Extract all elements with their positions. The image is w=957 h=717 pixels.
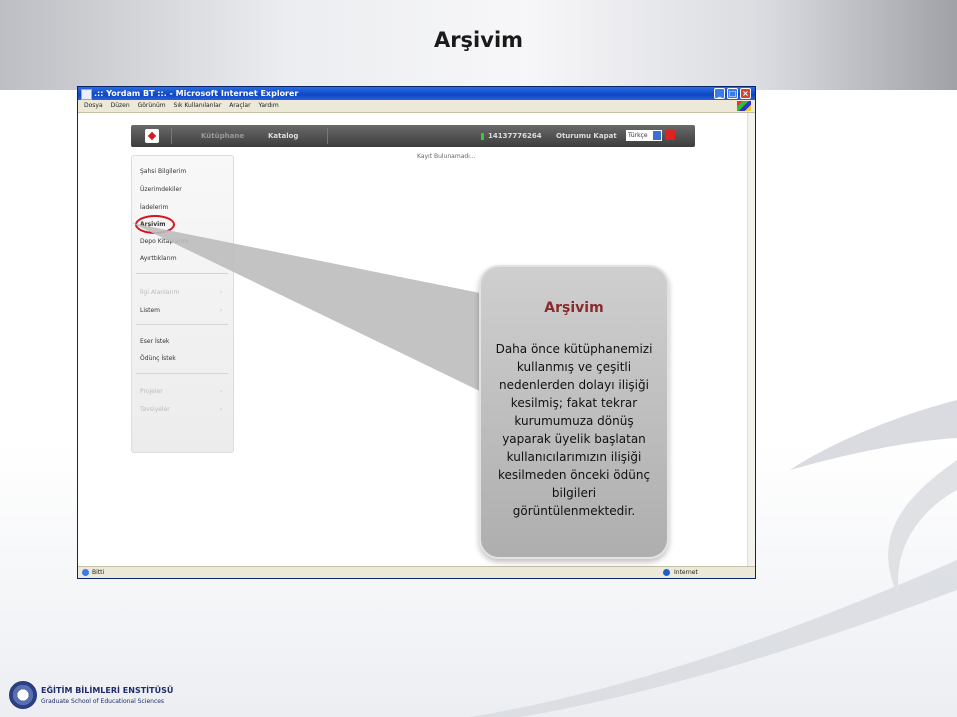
callout-line: kullanıcılarımızın ilişiği	[506, 450, 642, 464]
slide: Arşivim .:: Yordam BT ::. - Microsoft In…	[0, 0, 957, 717]
callout-line: bilgileri	[551, 486, 597, 500]
callout-box: Arşivim Daha önce kütüphanemizi kullanmı…	[479, 265, 669, 559]
callout-line: kullanmış ve çeşitli	[516, 360, 632, 374]
institute-name: EĞİTİM BİLİMLERİ ENSTİTÜSÜ	[41, 686, 174, 695]
callout-line: yaparak üyelik başlatan	[502, 432, 646, 446]
institute-subtitle: Graduate School of Educational Sciences	[41, 698, 165, 705]
callout-line: nedenlerden dolayı ilişiği	[499, 378, 649, 392]
callout-text: Daha önce kütüphanemizi kullanmış ve çeş…	[489, 340, 659, 520]
callout-title: Arşivim	[544, 300, 604, 316]
callout-line: Daha önce kütüphanemizi	[495, 342, 653, 356]
callout-line: görüntülenmektedir.	[512, 504, 636, 518]
callout-line: kurumumuza dönüş	[514, 414, 634, 428]
callout-line: kesilmeden önceki ödünç	[497, 468, 651, 482]
institute-seal-logo	[9, 681, 37, 709]
callout-line: kesilmiş; fakat tekrar	[510, 396, 638, 410]
